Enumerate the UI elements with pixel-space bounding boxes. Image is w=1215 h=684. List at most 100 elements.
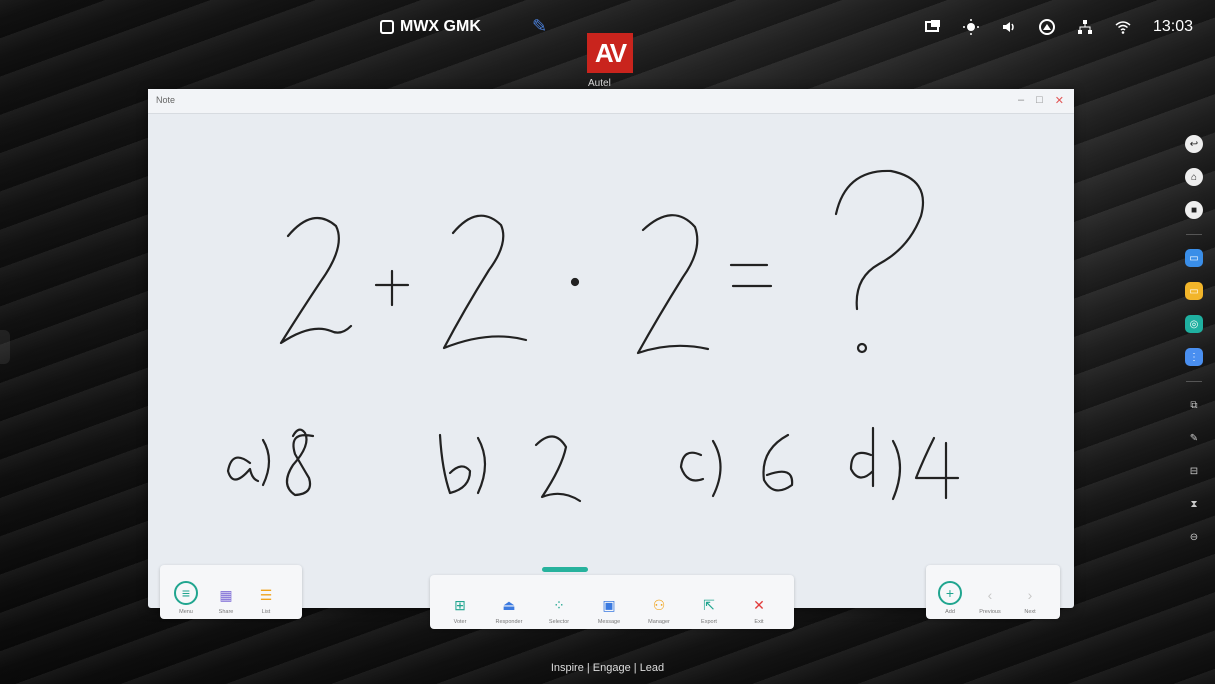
list-button[interactable]: ☰ List — [246, 573, 286, 619]
message-icon: ▣ — [602, 596, 616, 613]
selector-label: Selector — [548, 619, 570, 625]
add-label: Add — [945, 609, 955, 615]
home-icon[interactable]: ⌂ — [1185, 168, 1203, 186]
previous-label: Previous — [979, 609, 1001, 615]
responder-button[interactable]: ⏏ Responder — [484, 583, 534, 629]
screen-share-icon[interactable]: ⧉ — [1185, 396, 1203, 414]
message-button[interactable]: ▣ Message — [584, 583, 634, 629]
stroke-d-paren — [891, 439, 902, 501]
device-name: MWX GMK — [400, 18, 481, 35]
recent-apps-icon[interactable]: ■ — [1185, 201, 1203, 219]
whiteboard-canvas[interactable]: ≡ Menu ▦ Share ☰ List ⊞ Voter ⏏ Responde… — [148, 113, 1074, 629]
source-icon[interactable] — [1038, 19, 1055, 35]
menu-button[interactable]: ≡ Menu — [166, 573, 206, 619]
stroke-b-paren — [476, 436, 487, 495]
responder-icon: ⏏ — [502, 596, 516, 613]
window-titlebar: Note – □ ✕ — [148, 89, 1074, 114]
timer-icon[interactable]: ⧗ — [1185, 495, 1203, 513]
files-app-icon[interactable]: ▭ — [1185, 282, 1203, 300]
stroke-equals — [729, 263, 773, 288]
manager-button[interactable]: ⚇ Manager — [634, 583, 684, 629]
network-icon[interactable] — [1077, 19, 1093, 35]
close-button[interactable]: ✕ — [1055, 94, 1064, 107]
wifi-icon[interactable] — [1115, 19, 1131, 35]
share-label: Share — [218, 609, 234, 615]
vote-label: Voter — [453, 619, 467, 625]
stroke-question — [834, 169, 925, 311]
stroke-dot — [570, 277, 580, 287]
exit-button[interactable]: ✕ Exit — [734, 583, 784, 629]
stroke-a — [226, 456, 260, 483]
next-page-button[interactable]: › Next — [1010, 573, 1050, 619]
right-toolbar: + Add ‹ Previous › Next — [926, 565, 1060, 619]
brand-logo-sub: Autel — [588, 78, 611, 89]
volume-icon[interactable] — [1001, 19, 1017, 35]
apps-grid-icon[interactable]: ⋮ — [1185, 348, 1203, 366]
stroke-c — [679, 451, 705, 482]
manager-icon: ⚇ — [652, 596, 666, 613]
stroke-d — [849, 426, 875, 488]
previous-icon: ‹ — [987, 587, 993, 603]
stroke-digit-2c — [636, 214, 710, 355]
add-page-button[interactable]: + Add — [930, 573, 970, 619]
annotate-icon[interactable]: ✎ — [1185, 429, 1203, 447]
stroke-plus — [374, 269, 410, 307]
selector-icon: ⁘ — [553, 596, 565, 613]
settings-app-icon[interactable]: ◎ — [1185, 315, 1203, 333]
stroke-c-paren — [711, 439, 722, 498]
stroke-a-paren — [261, 438, 271, 487]
top-status-bar: MWX GMK ✎ AV Autel 13:03 — [0, 0, 1215, 89]
share-icon: ▦ — [219, 586, 233, 603]
left-drawer-handle[interactable] — [0, 330, 10, 364]
more-icon[interactable]: ⊖ — [1185, 528, 1203, 546]
export-icon: ⇱ — [703, 596, 715, 613]
vote-button[interactable]: ⊞ Voter — [436, 583, 484, 629]
manager-label: Manager — [648, 619, 670, 625]
pen-icon[interactable]: ✎ — [532, 16, 554, 38]
sidebar-divider-2 — [1186, 381, 1202, 382]
responder-label: Responder — [495, 619, 523, 625]
sidebar-divider — [1186, 234, 1202, 235]
back-icon[interactable]: ↩ — [1185, 135, 1203, 153]
stroke-digit-2b — [442, 214, 528, 350]
window-controls: – □ ✕ — [1018, 94, 1064, 107]
brightness-icon[interactable] — [962, 19, 979, 35]
brand-logo: AV — [587, 33, 633, 73]
next-icon: › — [1027, 587, 1033, 603]
menu-label: Menu — [179, 609, 193, 615]
exit-label: Exit — [754, 619, 764, 625]
menu-icon: ≡ — [174, 581, 198, 605]
minimize-button[interactable]: – — [1018, 94, 1024, 107]
export-label: Export — [701, 619, 717, 625]
chat-app-icon[interactable]: ▭ — [1185, 249, 1203, 267]
status-icons: 13:03 — [924, 18, 1193, 36]
maximize-button[interactable]: □ — [1036, 94, 1043, 107]
list-icon: ☰ — [259, 586, 273, 603]
share-button[interactable]: ▦ Share — [206, 573, 246, 619]
handwriting-layer — [226, 169, 960, 503]
stroke-6 — [762, 433, 794, 492]
left-toolbar: ≡ Menu ▦ Share ☰ List — [160, 565, 302, 619]
previous-page-button[interactable]: ‹ Previous — [970, 573, 1010, 619]
center-toolbar: ⊞ Voter ⏏ Responder ⁘ Selector ▣ Message… — [430, 567, 794, 629]
stroke-4 — [914, 436, 960, 500]
add-icon: + — [938, 581, 962, 605]
window-title: Note — [156, 95, 176, 105]
export-button[interactable]: ⇱ Export — [684, 583, 734, 629]
stroke-question-dot — [856, 342, 868, 354]
stroke-8 — [285, 428, 315, 497]
selector-button[interactable]: ⁘ Selector — [534, 583, 584, 629]
note-window: Note – □ ✕ ≡ Menu ▦ Share ☰ List ⊞ Voter… — [148, 89, 1074, 629]
stroke-2d — [534, 435, 582, 503]
next-label: Next — [1024, 609, 1036, 615]
stroke-b — [438, 433, 472, 495]
stroke-digit-2a — [279, 216, 353, 345]
clock: 13:03 — [1152, 18, 1193, 35]
message-label: Message — [597, 619, 621, 625]
exit-icon: ✕ — [753, 596, 765, 613]
display-icon[interactable] — [924, 19, 941, 35]
toolbar-handle[interactable] — [542, 567, 588, 572]
right-sidebar: ↩ ⌂ ■ ▭ ▭ ◎ ⋮ ⧉ ✎ ⊟ ⧗ ⊖ — [1180, 135, 1208, 561]
device-indicator[interactable]: MWX GMK — [380, 18, 481, 36]
split-screen-icon[interactable]: ⊟ — [1185, 462, 1203, 480]
